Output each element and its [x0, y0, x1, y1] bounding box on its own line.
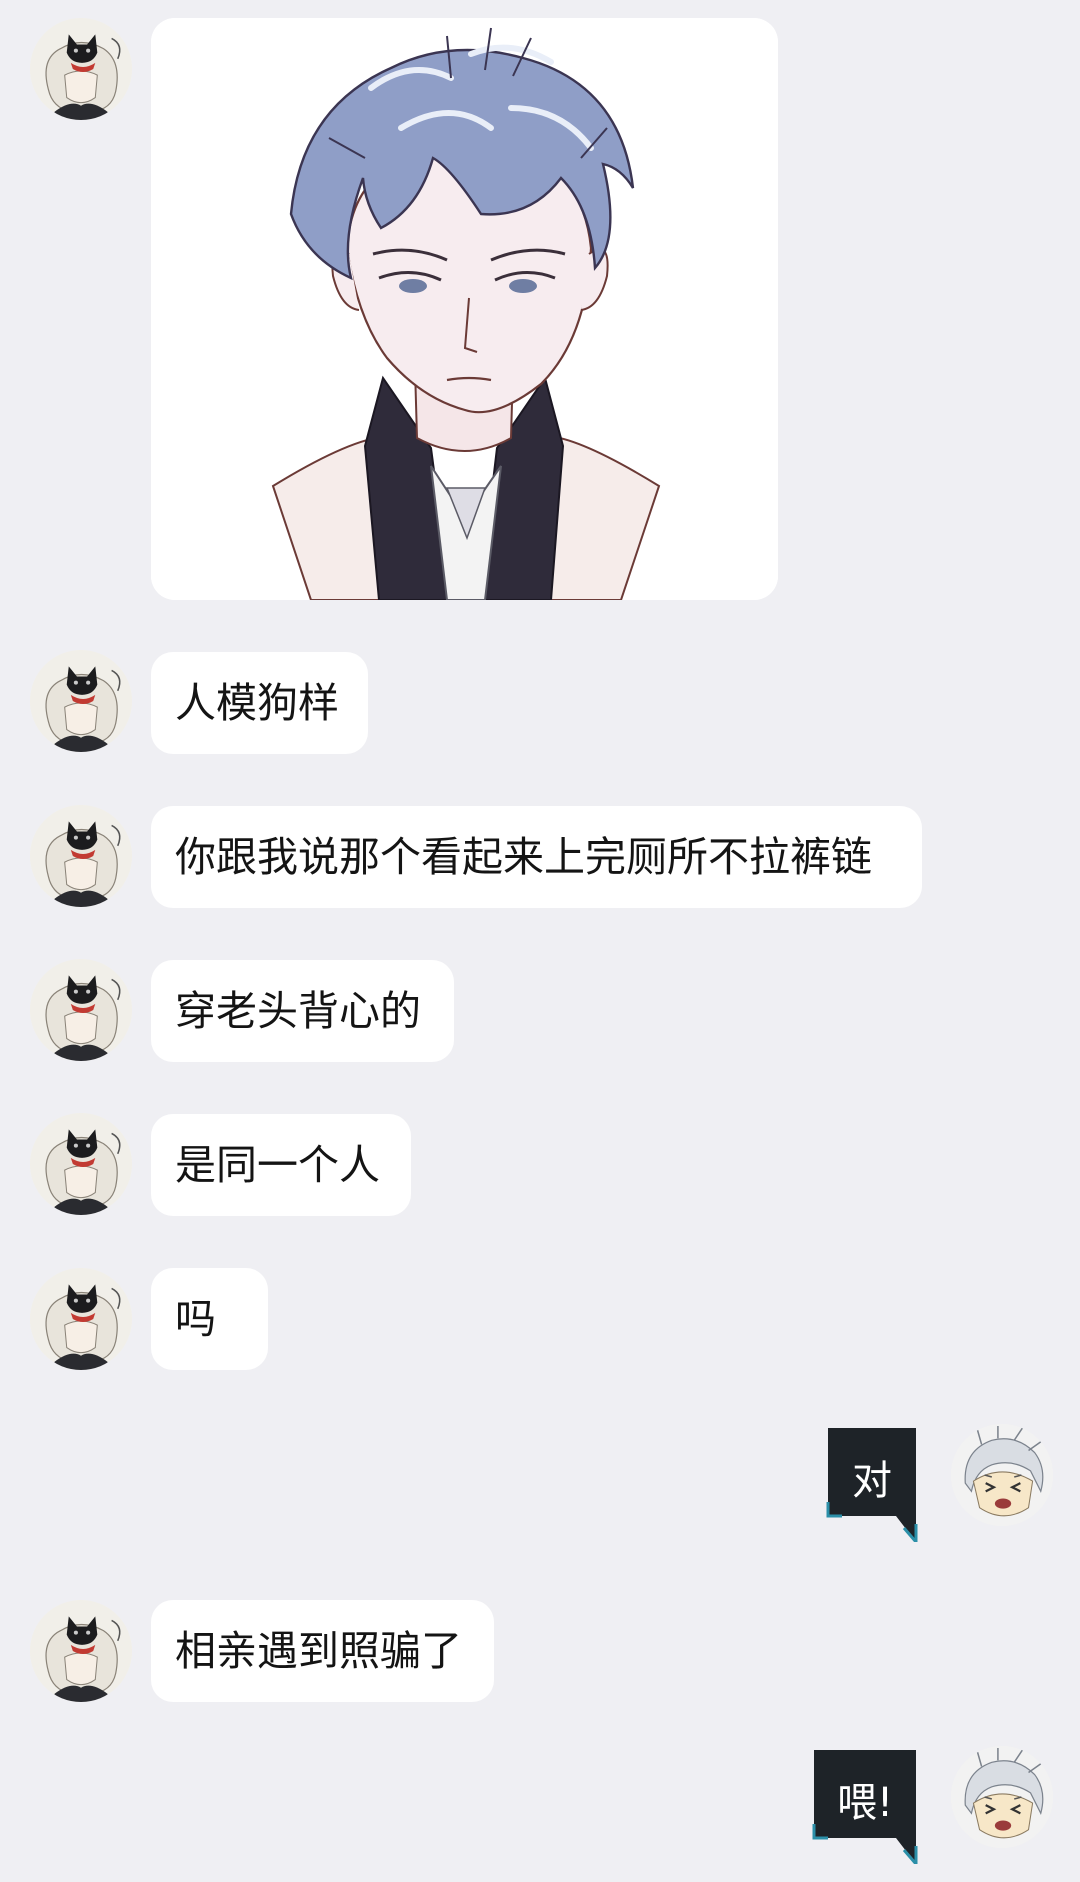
avatar-black-cat-white-hair-icon — [30, 959, 132, 1061]
other-avatar[interactable] — [30, 805, 132, 907]
other-avatar[interactable] — [30, 650, 132, 752]
text-message[interactable]: 吗 — [151, 1268, 268, 1370]
other-avatar[interactable] — [30, 959, 132, 1061]
avatar-black-cat-white-hair-icon — [30, 1268, 132, 1370]
self-message-text: 喂! — [836, 1780, 894, 1826]
other-avatar[interactable] — [30, 1600, 132, 1702]
avatar-white-hair-crying-icon — [951, 1424, 1053, 1526]
text-message[interactable]: 穿老头背心的 — [151, 960, 454, 1062]
self-text-message[interactable]: 对 — [824, 1424, 920, 1542]
anime-sketch-image — [151, 18, 778, 600]
avatar-black-cat-white-hair-icon — [30, 650, 132, 752]
avatar-black-cat-white-hair-icon — [30, 1600, 132, 1702]
text-message[interactable]: 相亲遇到照骗了 — [151, 1600, 494, 1702]
text-message[interactable]: 你跟我说那个看起来上完厕所不拉裤链 — [151, 806, 922, 908]
self-message-text: 对 — [852, 1458, 892, 1504]
other-avatar[interactable] — [30, 1268, 132, 1370]
avatar-black-cat-white-hair-icon — [30, 18, 132, 120]
other-avatar[interactable] — [30, 1113, 132, 1215]
image-message[interactable] — [151, 18, 778, 600]
other-avatar[interactable] — [30, 18, 132, 120]
self-avatar[interactable] — [951, 1424, 1053, 1526]
self-text-message[interactable]: 喂! — [810, 1746, 920, 1864]
avatar-black-cat-white-hair-icon — [30, 805, 132, 907]
avatar-white-hair-crying-icon — [951, 1746, 1053, 1848]
text-message[interactable]: 是同一个人 — [151, 1114, 411, 1216]
avatar-black-cat-white-hair-icon — [30, 1113, 132, 1215]
text-message[interactable]: 人模狗样 — [151, 652, 368, 754]
self-avatar[interactable] — [951, 1746, 1053, 1848]
